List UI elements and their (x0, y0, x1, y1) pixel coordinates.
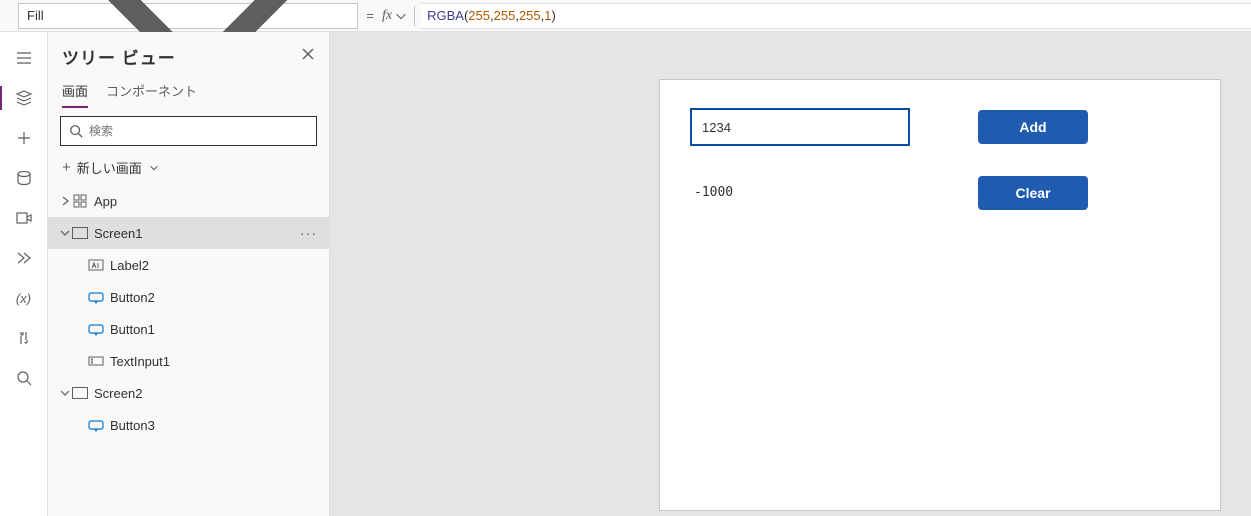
tree-node-label: Screen2 (94, 386, 321, 401)
tree-node-label: Button3 (110, 418, 321, 433)
button-label: Add (1019, 119, 1046, 135)
tree-node-label: Button2 (110, 290, 321, 305)
tab-screens[interactable]: 画面 (62, 81, 88, 108)
close-icon[interactable] (301, 47, 315, 66)
tree-view-icon[interactable] (0, 78, 48, 118)
textinput-icon (88, 353, 104, 369)
fx-icon: fx (382, 8, 392, 24)
screen-icon (72, 387, 88, 399)
left-rail: (x) (0, 32, 48, 516)
more-icon[interactable]: ··· (300, 225, 317, 241)
chevron-down-icon (148, 162, 160, 174)
canvas-area[interactable]: 1234 -1000 Add Clear (330, 32, 1251, 516)
tree-node-label: Screen1 (94, 226, 300, 241)
chevron-right-icon (58, 194, 72, 208)
formula-fn: RGBA (427, 8, 464, 23)
plus-icon: + (62, 159, 71, 176)
property-selector[interactable]: Fill (18, 3, 358, 29)
tab-components[interactable]: コンポーネント (106, 81, 197, 108)
new-screen-label: 新しい画面 (77, 158, 142, 177)
equals-sign: = (358, 8, 382, 23)
formula-bar: Fill = fx RGBA(255,255,255,1) (0, 0, 1251, 32)
search-icon[interactable] (0, 358, 48, 398)
app-canvas[interactable]: 1234 -1000 Add Clear (660, 80, 1220, 510)
tree-view-panel: ツリー ビュー 画面 コンポーネント + 新しい画面 App (48, 32, 330, 516)
button-icon (88, 321, 104, 337)
canvas-add-button[interactable]: Add (978, 110, 1088, 144)
tree-node-textinput1[interactable]: TextInput1 (48, 345, 329, 377)
canvas-clear-button[interactable]: Clear (978, 176, 1088, 210)
property-selector-value: Fill (27, 8, 44, 23)
chevron-down-icon (394, 9, 408, 23)
formula-input[interactable]: RGBA(255,255,255,1) (421, 3, 1251, 29)
flows-icon[interactable] (0, 238, 48, 278)
canvas-label: -1000 (694, 185, 733, 200)
tree-node-screen1[interactable]: Screen1 ··· (48, 217, 329, 249)
canvas-textinput-value: 1234 (702, 120, 731, 135)
tree-node-button3[interactable]: Button3 (48, 409, 329, 441)
button-icon (88, 417, 104, 433)
label-icon (88, 257, 104, 273)
tree-tabs: 画面 コンポーネント (48, 75, 329, 108)
search-icon (69, 124, 83, 138)
canvas-textinput[interactable]: 1234 (690, 108, 910, 146)
tree-node-app[interactable]: App (48, 185, 329, 217)
tree-view-title: ツリー ビュー (62, 44, 176, 69)
chevron-down-icon (58, 386, 72, 400)
tree-node-label: Button1 (110, 322, 321, 337)
new-screen-button[interactable]: + 新しい画面 (48, 154, 329, 185)
settings-icon[interactable] (0, 318, 48, 358)
data-icon[interactable] (0, 158, 48, 198)
tree-list: App Screen1 ··· Label2 Button2 Button1 (48, 185, 329, 516)
button-icon (88, 289, 104, 305)
insert-icon[interactable] (0, 118, 48, 158)
chevron-down-icon (58, 226, 72, 240)
tree-node-label: App (94, 194, 321, 209)
tree-node-button2[interactable]: Button2 (48, 281, 329, 313)
search-field[interactable] (89, 124, 308, 138)
screen-icon (72, 227, 88, 239)
tree-node-screen2[interactable]: Screen2 (48, 377, 329, 409)
tree-node-label: Label2 (110, 258, 321, 273)
button-label: Clear (1015, 185, 1050, 201)
separator (414, 6, 415, 26)
fx-label-box[interactable]: fx (382, 3, 408, 29)
variables-icon[interactable]: (x) (0, 278, 48, 318)
search-input[interactable] (60, 116, 317, 146)
media-icon[interactable] (0, 198, 48, 238)
app-icon (72, 193, 88, 209)
hamburger-icon[interactable] (0, 38, 48, 78)
tree-node-label2[interactable]: Label2 (48, 249, 329, 281)
tree-node-button1[interactable]: Button1 (48, 313, 329, 345)
tree-node-label: TextInput1 (110, 354, 321, 369)
